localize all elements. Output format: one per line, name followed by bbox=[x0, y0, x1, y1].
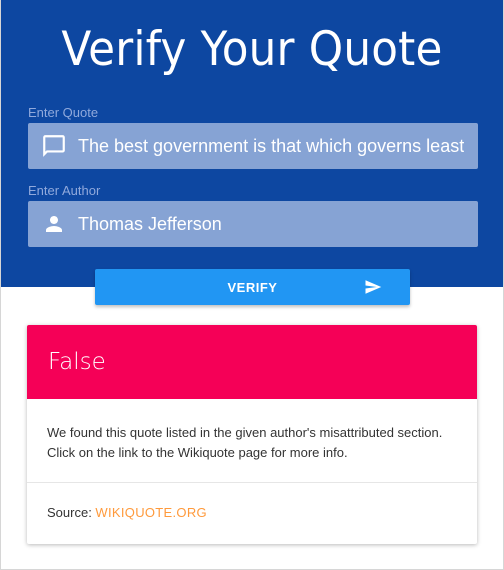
person-icon bbox=[40, 210, 68, 238]
quote-input[interactable]: The best government is that which govern… bbox=[28, 123, 478, 169]
wikiquote-link[interactable]: WIKIQUOTE.ORG bbox=[95, 505, 207, 520]
quote-field-label: Enter Quote bbox=[28, 105, 99, 120]
page-title: Verify Your Quote bbox=[61, 22, 443, 77]
author-input-value: Thomas Jefferson bbox=[78, 213, 222, 234]
source-label: Source: bbox=[47, 505, 96, 520]
quote-input-value: The best government is that which govern… bbox=[78, 135, 465, 156]
source-line: Source: WIKIQUOTE.ORG bbox=[27, 483, 477, 520]
header-panel: Verify Your Quote Enter Quote The best g… bbox=[1, 0, 503, 287]
chat-bubble-icon bbox=[40, 132, 68, 160]
verdict-header: False bbox=[27, 325, 477, 399]
result-message: We found this quote listed in the given … bbox=[47, 425, 443, 460]
author-input[interactable]: Thomas Jefferson bbox=[28, 201, 478, 247]
result-card: False We found this quote listed in the … bbox=[27, 325, 477, 544]
send-icon bbox=[364, 278, 382, 296]
verify-button-label: VERIFY bbox=[227, 279, 278, 295]
author-field-label: Enter Author bbox=[28, 183, 101, 198]
verdict-text: False bbox=[48, 349, 106, 375]
verify-button[interactable]: VERIFY bbox=[95, 269, 410, 305]
